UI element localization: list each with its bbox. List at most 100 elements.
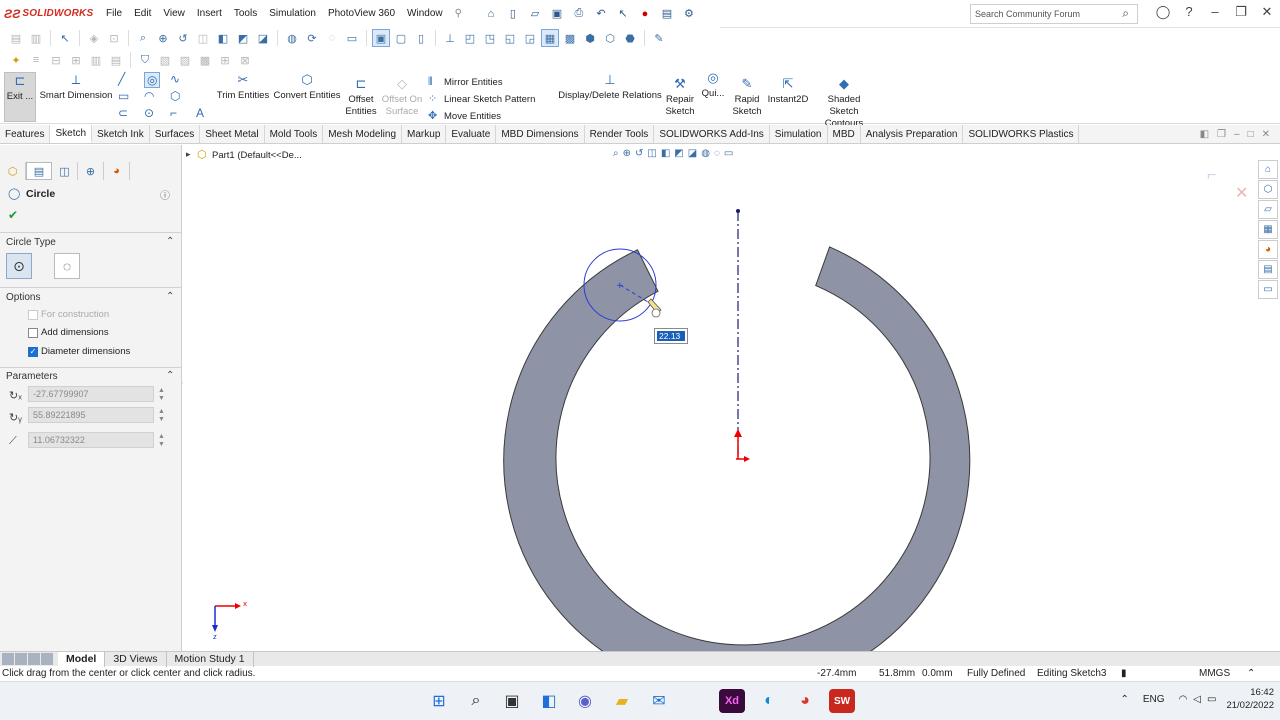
tab-features[interactable]: Features bbox=[0, 125, 51, 143]
instant2d-button[interactable]: ⇱ Instant2D bbox=[766, 77, 810, 106]
sketch-pen-icon[interactable]: ✎ bbox=[650, 29, 668, 47]
text-tool-icon[interactable]: A bbox=[196, 106, 204, 120]
design-library-icon[interactable]: ⬡ bbox=[1258, 180, 1278, 199]
menu-photoview[interactable]: PhotoView 360 bbox=[322, 8, 401, 19]
trimetric-view-icon[interactable]: ⬡ bbox=[601, 29, 619, 47]
left-view-icon[interactable]: ◱ bbox=[501, 29, 519, 47]
help-icon[interactable]: ? bbox=[1176, 4, 1202, 20]
parameters-collapse-icon[interactable]: ⌃ bbox=[166, 370, 174, 381]
display-style-icon[interactable]: ◩ bbox=[234, 29, 252, 47]
user-icon[interactable]: ◯ bbox=[1150, 4, 1176, 20]
new-document-icon[interactable]: ▯ bbox=[505, 6, 521, 22]
menu-insert[interactable]: Insert bbox=[191, 8, 228, 19]
mail-icon[interactable]: ✉ bbox=[646, 689, 672, 713]
radius-field[interactable]: 11.06732322 bbox=[28, 432, 154, 448]
paste-icon[interactable]: ▥ bbox=[27, 29, 45, 47]
wireframe-icon[interactable]: ▯ bbox=[412, 29, 430, 47]
tab-solidworks-plastics[interactable]: SOLIDWORKS Plastics bbox=[963, 125, 1080, 143]
pin-icon[interactable]: ⚲ bbox=[449, 8, 468, 19]
select-arrow-icon[interactable]: ↖ bbox=[615, 6, 631, 22]
input-language[interactable]: ENG bbox=[1143, 694, 1165, 705]
undo-icon[interactable]: ↶ bbox=[593, 6, 609, 22]
battery-icon[interactable]: ▭ bbox=[1207, 694, 1216, 705]
pm-help-icon[interactable]: ⓘ bbox=[160, 187, 170, 202]
smart-dimension-button[interactable]: ⟂ Smart Dimension bbox=[38, 73, 114, 102]
doc-restore-icon[interactable]: ❐ bbox=[1217, 129, 1226, 140]
selection-filter-icon[interactable]: ⛉ bbox=[136, 51, 154, 69]
filter-reset-icon[interactable]: ⊠ bbox=[236, 51, 254, 69]
confirm-corner-cancel-icon[interactable]: ✕ bbox=[1235, 183, 1248, 203]
tab-analysis-preparation[interactable]: Analysis Preparation bbox=[861, 125, 964, 143]
tab-simulation[interactable]: Simulation bbox=[770, 125, 828, 143]
measure-icon[interactable]: ⊡ bbox=[105, 29, 123, 47]
forum-icon[interactable]: ▭ bbox=[1258, 280, 1278, 299]
wifi-icon[interactable]: ◠ bbox=[1179, 694, 1188, 705]
move-entities-button[interactable]: ✥ Move Entities bbox=[428, 108, 535, 125]
edge-browser-icon[interactable]: ◐ bbox=[756, 689, 782, 713]
rapid-sketch-button[interactable]: ✎ Rapid Sketch bbox=[730, 77, 764, 118]
restore-icon[interactable]: ❐ bbox=[1228, 4, 1254, 20]
search-icon[interactable]: ⌕ bbox=[1122, 6, 1129, 21]
tab-mold-tools[interactable]: Mold Tools bbox=[265, 125, 324, 143]
solidworks-resources-icon[interactable]: ⌂ bbox=[1258, 160, 1278, 179]
zoom-area-icon[interactable]: ⊕ bbox=[154, 29, 172, 47]
tab-3d-views[interactable]: 3D Views bbox=[105, 651, 167, 667]
rotate-view-icon[interactable]: ⟳ bbox=[303, 29, 321, 47]
search-box[interactable]: Search Community Forum ⌕ bbox=[970, 4, 1138, 24]
polygon-icon[interactable]: ⬡ bbox=[170, 89, 180, 103]
graphics-area[interactable]: ▸ ⬡ Part1 (Default<<De... ⌕ ⊕ ↺ ◫ ◧ ◩ ◪ … bbox=[183, 145, 1255, 651]
line-icon[interactable]: ╱ bbox=[118, 72, 125, 86]
center-y-spinner[interactable]: ▲ ▼ bbox=[158, 408, 165, 424]
doc-minimize-icon[interactable]: – bbox=[1234, 129, 1240, 140]
configuration-manager-icon[interactable]: ◫ bbox=[52, 162, 78, 180]
file-explorer-taskbar-icon[interactable]: ▰ bbox=[609, 689, 635, 713]
spline-icon[interactable]: ∿ bbox=[170, 72, 180, 86]
menu-simulation[interactable]: Simulation bbox=[263, 8, 322, 19]
repair-sketch-button[interactable]: ⚒ Repair Sketch bbox=[662, 77, 698, 118]
tab-sketch-ink[interactable]: Sketch Ink bbox=[92, 125, 150, 143]
copy-icon[interactable]: ▤ bbox=[7, 29, 25, 47]
teams-chat-icon[interactable]: ◉ bbox=[572, 689, 598, 713]
filter-faces-icon[interactable]: ▧ bbox=[156, 51, 174, 69]
diameter-dimensions-checkbox[interactable]: ✓ Diameter dimensions bbox=[28, 346, 130, 357]
file-properties-icon[interactable]: ▤ bbox=[659, 6, 675, 22]
view-orientation-icon[interactable]: ◧ bbox=[214, 29, 232, 47]
shaded-edges-icon[interactable]: ▣ bbox=[372, 29, 390, 47]
top-view-icon[interactable]: ▦ bbox=[541, 29, 559, 47]
print-icon[interactable]: ⎙ bbox=[571, 6, 587, 22]
first-tab-icon[interactable] bbox=[2, 652, 14, 665]
filter-vertices-icon[interactable]: ▩ bbox=[196, 51, 214, 69]
task-view-icon[interactable]: ▣ bbox=[499, 689, 525, 713]
group-icon[interactable]: ▥ bbox=[87, 51, 105, 69]
menu-file[interactable]: File bbox=[100, 8, 128, 19]
section-view-icon[interactable]: ◫ bbox=[194, 29, 212, 47]
back-view-icon[interactable]: ◳ bbox=[481, 29, 499, 47]
last-tab-icon[interactable] bbox=[41, 652, 53, 665]
centerline-endpoint[interactable] bbox=[736, 209, 740, 213]
menu-window[interactable]: Window bbox=[401, 8, 449, 19]
select-icon[interactable]: ↖ bbox=[56, 29, 74, 47]
options-collapse-icon[interactable]: ⌃ bbox=[166, 291, 174, 302]
menu-tools[interactable]: Tools bbox=[228, 8, 263, 19]
snap-icon[interactable]: ✦ bbox=[7, 51, 25, 69]
tray-overflow-icon[interactable]: ⌃ bbox=[1121, 694, 1129, 705]
center-x-field[interactable]: -27.67799907 bbox=[28, 386, 154, 402]
mirror-entities-button[interactable]: ⫴ Mirror Entities bbox=[428, 74, 535, 91]
tile-icon[interactable]: ◧ bbox=[1200, 129, 1209, 140]
dimetric-view-icon[interactable]: ⬣ bbox=[621, 29, 639, 47]
zoom-fit-icon[interactable]: ⌕ bbox=[134, 29, 152, 47]
clock[interactable]: 16:42 21/02/2022 bbox=[1226, 686, 1274, 712]
tab-mesh-modeling[interactable]: Mesh Modeling bbox=[323, 125, 403, 143]
linear-sketch-pattern-button[interactable]: ⁘ Linear Sketch Pattern bbox=[428, 91, 535, 108]
custom-properties-icon[interactable]: ▤ bbox=[1258, 260, 1278, 279]
solidworks-taskbar-icon[interactable]: SW bbox=[829, 689, 855, 713]
next-tab-icon[interactable] bbox=[28, 652, 40, 665]
hidden-lines-icon[interactable]: ▢ bbox=[392, 29, 410, 47]
doc-close-icon[interactable]: ✕ bbox=[1262, 129, 1270, 140]
chrome-browser-icon[interactable]: ◕ bbox=[792, 689, 818, 713]
add-dimensions-checkbox[interactable]: Add dimensions bbox=[28, 327, 109, 338]
tab-model[interactable]: Model bbox=[58, 651, 106, 667]
adobe-xd-icon[interactable]: Xd bbox=[719, 689, 745, 713]
sketch-grid-icon[interactable]: ◈ bbox=[85, 29, 103, 47]
offset-on-surface-button[interactable]: ◇ Offset On Surface bbox=[380, 77, 424, 118]
